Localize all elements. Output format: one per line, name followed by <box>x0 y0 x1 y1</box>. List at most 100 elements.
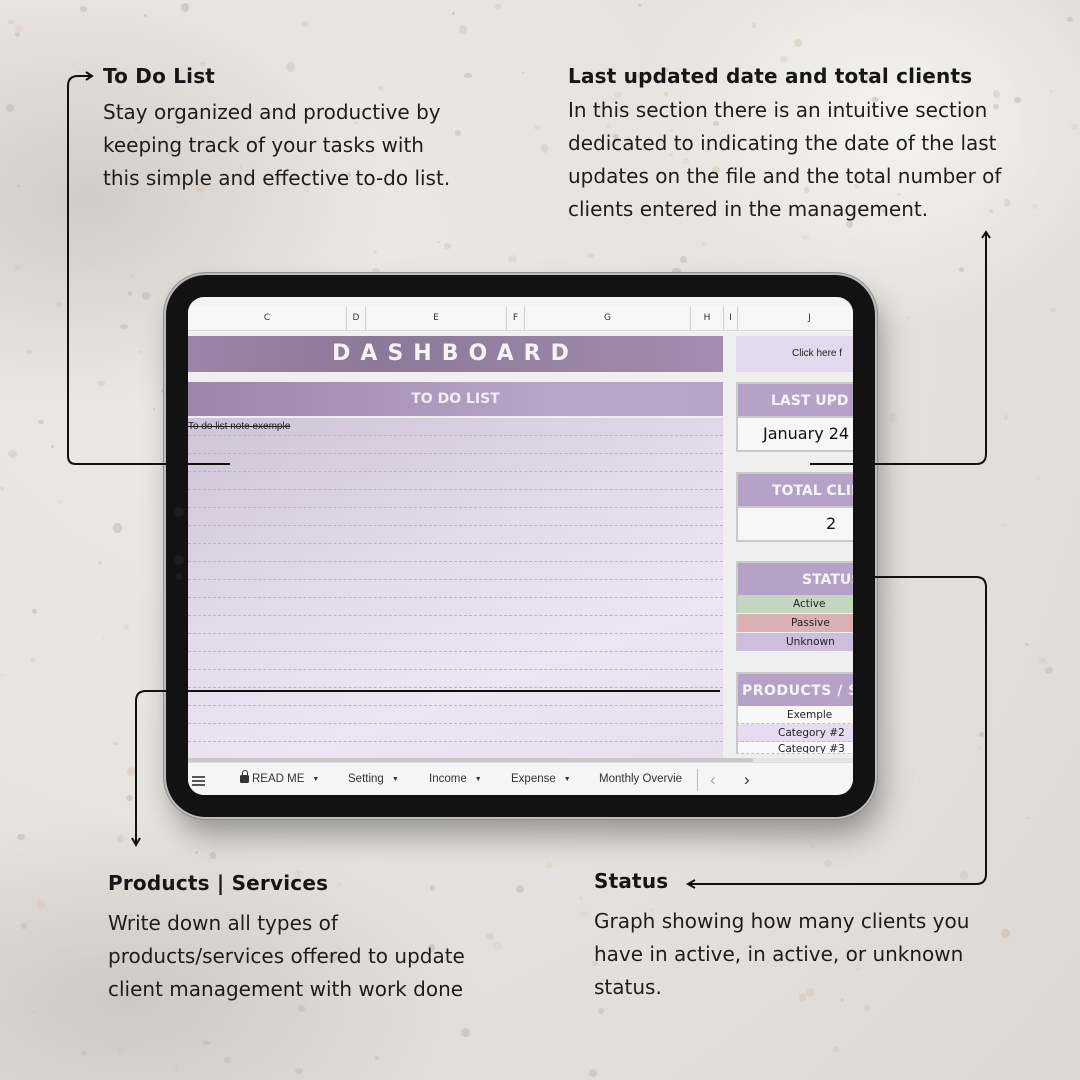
todo-item[interactable] <box>188 436 723 454</box>
todo-list-header: TO DO LIST <box>188 382 723 416</box>
speckle <box>587 253 594 259</box>
todo-item[interactable] <box>188 706 723 724</box>
speckle <box>794 39 802 47</box>
status-header: STATUS <box>736 561 853 595</box>
speckle <box>17 833 25 841</box>
todo-item[interactable] <box>188 634 723 652</box>
speckle <box>173 1067 179 1072</box>
products-services-header: PRODUCTS / S <box>736 672 853 706</box>
todo-item[interactable] <box>188 616 723 634</box>
todo-item[interactable] <box>188 508 723 526</box>
product-item[interactable]: Category #3 <box>736 742 853 754</box>
callout-body: Write down all types of products/service… <box>108 911 465 1001</box>
product-item[interactable]: Exemple <box>736 706 853 724</box>
status-unknown: Unknown <box>736 633 853 651</box>
speckle <box>224 1057 231 1063</box>
lock-icon <box>240 770 249 783</box>
speckle <box>51 445 55 448</box>
todo-item[interactable] <box>188 472 723 490</box>
speckle <box>1045 667 1053 674</box>
speckle <box>117 1046 124 1055</box>
speckle <box>1026 816 1031 820</box>
tab-income[interactable]: Income ▼ <box>429 763 482 795</box>
speckle <box>144 13 148 17</box>
todo-item[interactable] <box>188 598 723 616</box>
todo-item[interactable]: To do list note exemple <box>188 418 723 436</box>
todo-item[interactable] <box>188 562 723 580</box>
speckle <box>978 732 985 737</box>
speckle <box>545 862 554 870</box>
total-clients-header: TOTAL CLIE <box>736 472 853 506</box>
todo-item[interactable] <box>188 544 723 562</box>
callout-title: To Do List <box>103 64 216 88</box>
todo-item[interactable] <box>188 652 723 670</box>
hamburger-menu-icon[interactable] <box>192 776 205 788</box>
speckle <box>37 420 44 425</box>
column-header[interactable]: I <box>724 306 738 331</box>
tab-expense[interactable]: Expense ▼ <box>511 763 571 795</box>
speckle <box>32 1011 35 1014</box>
column-header[interactable]: J <box>738 306 853 331</box>
speckle <box>8 450 18 459</box>
caret-down-icon: ▼ <box>474 776 482 783</box>
column-header[interactable]: C <box>188 306 347 331</box>
column-header[interactable]: G <box>525 306 691 331</box>
product-item[interactable]: Category #2 <box>736 724 853 742</box>
tab-read-me[interactable]: READ ME ▼ <box>240 763 319 795</box>
speckle <box>15 25 25 32</box>
speckle <box>160 389 166 393</box>
last-update-value[interactable]: January 24 <box>736 416 853 452</box>
scroll-tabs-right-button[interactable]: › <box>744 763 750 795</box>
speckle <box>588 1069 598 1078</box>
speckle <box>128 291 132 296</box>
todo-item[interactable] <box>188 526 723 544</box>
speckle <box>679 255 687 264</box>
tab-label: READ ME <box>252 773 305 785</box>
todo-item[interactable] <box>188 454 723 472</box>
speckle <box>1024 643 1029 647</box>
todo-item[interactable] <box>188 580 723 598</box>
caret-down-icon: ▼ <box>312 776 320 783</box>
speckle <box>15 32 21 37</box>
click-here-link[interactable]: Click here f <box>736 336 853 372</box>
speckle <box>489 817 493 820</box>
last-update-header: LAST UPD <box>736 382 853 416</box>
speckle <box>906 315 911 319</box>
speckle <box>579 911 588 918</box>
speckle <box>516 885 525 893</box>
callout-products-services: Products | Services Write down all types… <box>108 871 468 1006</box>
todo-item[interactable] <box>188 670 723 688</box>
tab-divider <box>697 769 698 791</box>
camera-icon <box>174 555 184 565</box>
todo-item[interactable] <box>188 688 723 706</box>
arrowhead-icon <box>85 71 94 81</box>
callout-body: Stay organized and productive by keeping… <box>103 100 451 190</box>
camera-icon <box>174 507 184 517</box>
speckle <box>128 273 135 280</box>
arrowhead-icon <box>131 837 141 848</box>
dashboard-title: DASHBOARD <box>188 336 723 372</box>
speckle <box>958 267 965 273</box>
speckle <box>30 657 37 663</box>
column-header[interactable]: F <box>507 306 525 331</box>
tablet-device: C D E F G H I J DASHBOARD Click here f T… <box>166 275 875 817</box>
speckle <box>56 301 62 307</box>
tab-label: Expense <box>511 773 556 785</box>
scroll-tabs-left-button[interactable]: ‹ <box>710 763 716 795</box>
speckle <box>492 942 502 951</box>
tab-monthly-overview[interactable]: Monthly Overvie <box>599 763 696 795</box>
speckle <box>458 25 467 34</box>
speckle <box>521 71 526 75</box>
tab-setting[interactable]: Setting ▼ <box>348 763 399 795</box>
speckle <box>779 55 788 63</box>
column-header[interactable]: D <box>347 306 366 331</box>
todo-item[interactable] <box>188 490 723 508</box>
column-header[interactable]: E <box>366 306 507 331</box>
speckle <box>372 250 377 255</box>
column-header[interactable]: H <box>691 306 724 331</box>
todo-item[interactable] <box>188 724 723 742</box>
tab-label: Income <box>429 773 467 785</box>
speckle <box>124 625 130 631</box>
speckle <box>437 241 440 244</box>
speckle <box>295 1067 303 1074</box>
